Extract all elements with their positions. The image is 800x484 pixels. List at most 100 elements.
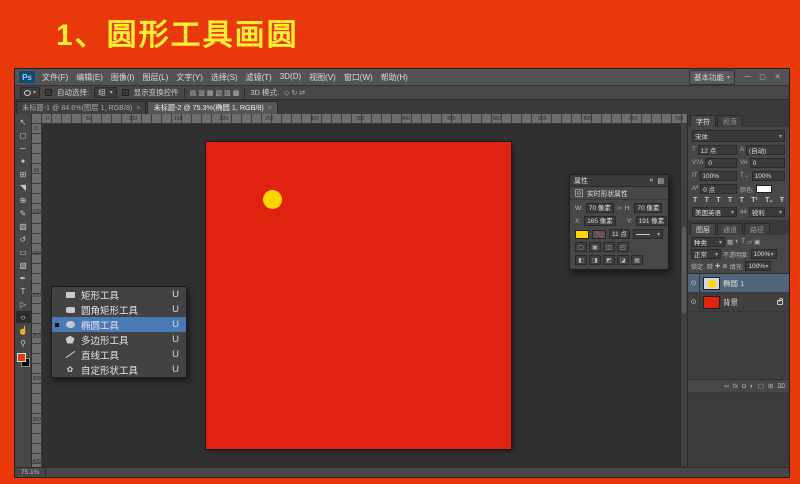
eyedropper-tool-icon[interactable]: ◥ [16, 181, 31, 193]
tab-layers[interactable]: 图层 [690, 223, 716, 235]
layer-row-ellipse[interactable]: ⊙ 椭圆 1 [688, 274, 789, 293]
stroke-type-select[interactable]: ▾ [633, 229, 663, 239]
align-icon[interactable]: ▥ [198, 89, 205, 97]
close-tab-icon[interactable]: × [136, 105, 140, 112]
zoom-level[interactable]: 75.1% [21, 469, 39, 476]
marquee-tool-icon[interactable]: ◻ [16, 129, 31, 141]
close-tab-icon[interactable]: × [268, 105, 272, 112]
workspace-switcher[interactable]: 基本功能 ▾ [688, 69, 735, 85]
layer-thumbnail[interactable] [703, 295, 720, 309]
mode-3d-icon[interactable]: ◇ [284, 89, 289, 97]
text-style-button[interactable]: T [740, 197, 744, 204]
link-layers-icon[interactable]: ∞ [724, 383, 729, 390]
collapse-icon[interactable]: « [649, 177, 653, 184]
layer-group-icon[interactable]: ▢ [758, 382, 764, 390]
panel-menu-icon[interactable]: ▤ [657, 177, 664, 185]
flyout-item-line-tool[interactable]: 直线工具 U [52, 347, 186, 362]
layer-filter-icon[interactable]: ▱ [747, 238, 752, 246]
text-style-button[interactable]: T₁ [765, 197, 772, 204]
align-icon[interactable]: ▤ [190, 89, 197, 97]
flyout-item-rectangle-tool[interactable]: 矩形工具 U [52, 287, 186, 302]
mode-3d-icon[interactable]: ↻ [292, 89, 298, 97]
close-button[interactable]: ✕ [770, 73, 785, 81]
menu-item[interactable]: 窗口(W) [344, 72, 373, 83]
font-family-select[interactable]: 宋体 ▾ [692, 130, 785, 142]
anti-alias-select[interactable]: 锐利 ▾ [748, 207, 785, 217]
menu-item[interactable]: 文件(F) [42, 72, 68, 83]
y-field[interactable]: 191 像素 [635, 216, 668, 226]
document-tab-active[interactable]: 未标题-2 @ 75.3%(椭圆 1, RGB/8) × [147, 101, 278, 114]
layer-mask-icon[interactable]: ◘ [742, 383, 746, 390]
lock-icon[interactable]: ✚ [715, 262, 720, 270]
path-operation-icon[interactable]: ◩ [603, 255, 615, 265]
fill-color-swatch[interactable] [575, 229, 589, 239]
text-style-button[interactable]: T [728, 197, 732, 204]
show-transform-checkbox[interactable] [121, 89, 129, 96]
leading-field[interactable]: (自动) [746, 145, 785, 155]
menu-item[interactable]: 图层(L) [142, 72, 168, 83]
tab-properties[interactable]: 属性 [574, 176, 588, 186]
lock-icon[interactable]: ⊕ [722, 262, 727, 270]
flyout-item-custom-shape-tool[interactable]: ✿ 自定形状工具 U [52, 362, 186, 377]
yellow-ellipse-shape[interactable] [263, 190, 282, 209]
visibility-eye-icon[interactable]: ⊙ [688, 293, 700, 311]
path-operation-icon[interactable]: ▦ [631, 255, 643, 265]
minimize-button[interactable]: — [740, 73, 755, 81]
layer-effects-icon[interactable]: fx [733, 383, 738, 390]
stroke-option-icon[interactable]: ▢ [575, 242, 587, 252]
tab-channels[interactable]: 通道 [717, 223, 743, 235]
layer-thumbnail[interactable] [703, 276, 720, 290]
pen-tool-icon[interactable]: ✒ [16, 272, 31, 284]
adjustment-layer-icon[interactable]: ◐ [750, 383, 754, 390]
width-field[interactable]: 70 像素 [585, 203, 614, 213]
stroke-width-field[interactable]: 11 点 [609, 229, 631, 239]
lasso-tool-icon[interactable]: ∽ [16, 142, 31, 154]
visibility-eye-icon[interactable]: ⊙ [688, 274, 700, 292]
vertical-scrollbar[interactable] [680, 124, 687, 467]
eraser-tool-icon[interactable]: ▭ [16, 246, 31, 258]
menu-item[interactable]: 图像(I) [111, 72, 135, 83]
baseline-shift-field[interactable]: 0 点 [700, 184, 737, 194]
menu-item[interactable]: 3D(D) [280, 72, 301, 83]
foreground-color-swatch[interactable] [16, 353, 26, 362]
stroke-option-icon[interactable]: ▣ [589, 242, 601, 252]
tracking-field[interactable]: 0 [749, 158, 785, 168]
move-tool-icon[interactable]: ↖ [16, 116, 31, 128]
color-swatches[interactable] [16, 353, 30, 367]
height-field[interactable]: 70 像素 [634, 203, 663, 213]
stroke-color-swatch[interactable] [592, 229, 606, 239]
text-style-button[interactable]: T¹ [751, 197, 758, 204]
clone-stamp-tool-icon[interactable]: ▧ [16, 220, 31, 232]
layer-filter-icon[interactable]: ▣ [754, 238, 760, 246]
tab-paths[interactable]: 路径 [744, 223, 770, 235]
auto-select-checkbox[interactable] [45, 89, 53, 96]
fill-field[interactable]: 100% ▾ [745, 261, 772, 271]
history-brush-tool-icon[interactable]: ↺ [16, 233, 31, 245]
path-operation-icon[interactable]: ◨ [589, 255, 601, 265]
text-style-button[interactable]: T [705, 197, 709, 204]
stroke-option-icon[interactable]: ◰ [617, 242, 629, 252]
crop-tool-icon[interactable]: ⊞ [16, 168, 31, 180]
text-style-button[interactable]: T [693, 197, 697, 204]
layer-row-background[interactable]: ⊙ 背景 [688, 293, 789, 312]
layer-filter-icon[interactable]: ◐ [735, 238, 739, 246]
flyout-item-rounded-rectangle-tool[interactable]: 圆角矩形工具 U [52, 302, 186, 317]
menu-item[interactable]: 文字(Y) [176, 72, 203, 83]
kerning-field[interactable]: 0 [705, 158, 737, 168]
flyout-item-polygon-tool[interactable]: 多边形工具 U [52, 332, 186, 347]
hand-tool-icon[interactable]: ☝ [16, 324, 31, 336]
layer-filter-icon[interactable]: T [741, 238, 745, 246]
scrollbar-thumb[interactable] [682, 226, 686, 313]
font-size-field[interactable]: 12 点 [697, 145, 737, 155]
quick-selection-tool-icon[interactable]: ✦ [16, 155, 31, 167]
text-style-button[interactable]: Ŧ [780, 197, 784, 204]
delete-layer-icon[interactable]: ⌧ [778, 382, 786, 390]
stroke-option-icon[interactable]: ◫ [603, 242, 615, 252]
path-operation-icon[interactable]: ◪ [617, 255, 629, 265]
brush-tool-icon[interactable]: ✎ [16, 207, 31, 219]
text-style-button[interactable]: T [716, 197, 720, 204]
horizontal-scale-field[interactable]: 100% [751, 171, 785, 181]
lock-icon[interactable]: ▨ [707, 262, 713, 270]
type-tool-icon[interactable]: T [16, 285, 31, 297]
shape-tool-icon[interactable]: ○ [15, 311, 31, 323]
